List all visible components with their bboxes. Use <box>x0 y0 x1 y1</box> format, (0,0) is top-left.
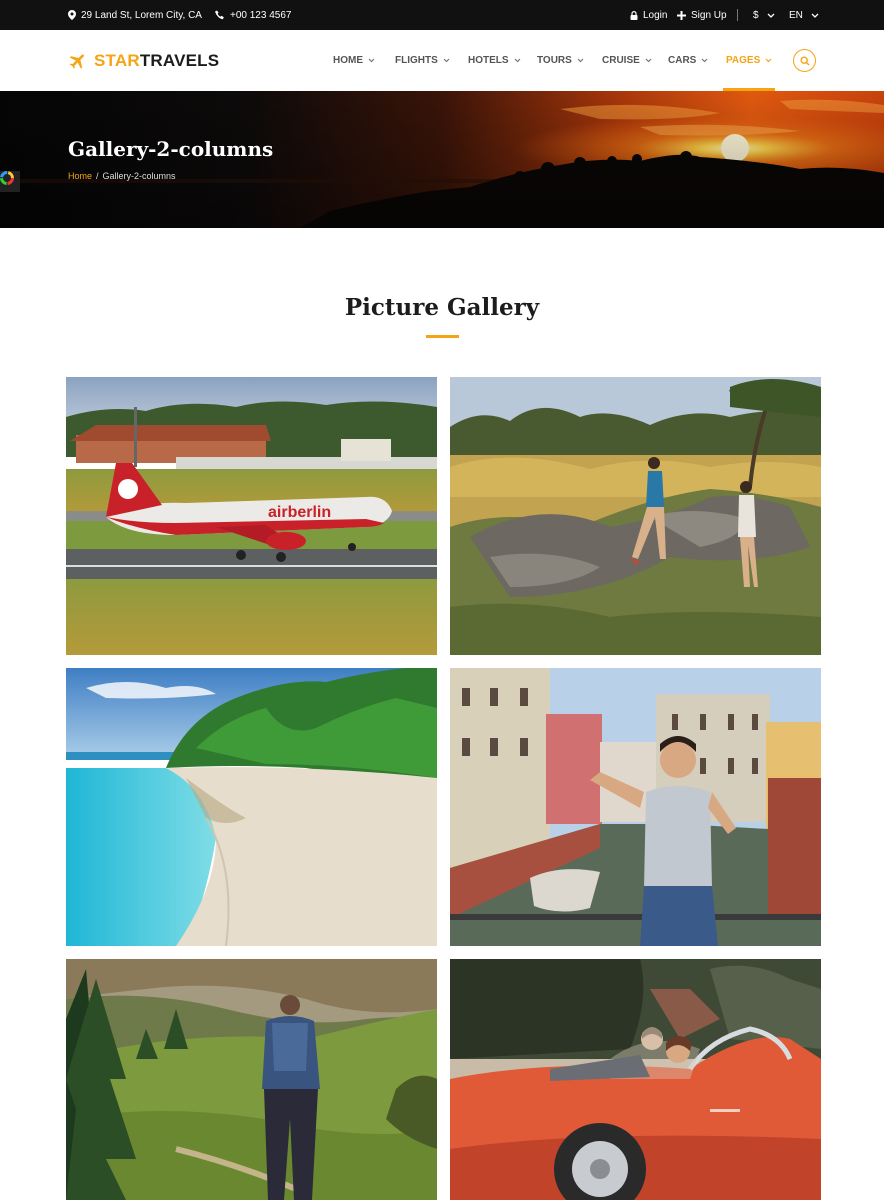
airplane-logo-icon <box>69 53 84 69</box>
divider <box>737 9 738 21</box>
phone-icon <box>215 10 224 20</box>
airplane-photo: airberlin <box>66 377 437 655</box>
nav-label: TOURS <box>537 55 572 66</box>
color-switcher-button[interactable] <box>0 171 20 192</box>
nav-label: PAGES <box>726 55 761 66</box>
section-title: Picture Gallery <box>344 294 540 321</box>
chevron-down-icon <box>701 58 708 63</box>
page-banner: Gallery-2-columns Home / Gallery-2-colum… <box>0 91 884 228</box>
search-button[interactable] <box>793 49 816 72</box>
red-convertible-photo <box>450 959 821 1200</box>
main-header: STARTRAVELS HOME FLIGHTS HOTELS TOURS CR… <box>0 30 884 91</box>
plane-livery-text: airberlin <box>268 504 331 521</box>
signup-link[interactable]: Sign Up <box>677 0 727 30</box>
nav-cars[interactable]: CARS <box>668 30 708 91</box>
map-pin-icon <box>68 10 76 20</box>
page-title: Gallery-2-columns <box>68 137 274 161</box>
nav-tours[interactable]: TOURS <box>537 30 584 91</box>
lock-icon <box>630 10 638 20</box>
mountain-hiker-photo <box>66 959 437 1200</box>
search-icon <box>799 55 810 66</box>
nav-hotels[interactable]: HOTELS <box>468 30 521 91</box>
venice-man-photo <box>450 668 821 946</box>
gallery-item-mountain[interactable] <box>66 959 437 1200</box>
gallery-item-convertible[interactable] <box>450 959 821 1200</box>
breadcrumb-current: Gallery-2-columns <box>102 171 176 181</box>
logo-travels-text: TRAVELS <box>139 50 220 70</box>
currency-select[interactable]: $ <box>753 0 775 30</box>
nav-home[interactable]: HOME <box>333 30 375 91</box>
phone: +00 123 4567 <box>215 0 291 30</box>
gallery-item-airplane[interactable]: airberlin <box>66 377 437 655</box>
breadcrumb-separator: / <box>96 171 99 181</box>
gallery-item-hikers[interactable] <box>450 377 821 655</box>
logo-star-text: STAR <box>94 50 140 70</box>
nav-pages[interactable]: PAGES <box>722 30 776 91</box>
language-value: EN <box>789 9 803 21</box>
chevron-down-icon <box>577 58 584 63</box>
nav-label: HOME <box>333 55 363 66</box>
nav-label: CRUISE <box>602 55 640 66</box>
login-link[interactable]: Login <box>630 0 667 30</box>
site-logo[interactable]: STARTRAVELS <box>68 30 219 91</box>
gallery-item-venice[interactable] <box>450 668 821 946</box>
address-text: 29 Land St, Lorem City, CA <box>81 9 202 21</box>
address: 29 Land St, Lorem City, CA <box>68 0 202 30</box>
gallery-item-beach[interactable] <box>66 668 437 946</box>
chevron-down-icon <box>368 58 375 63</box>
hikers-rocks-photo <box>450 377 821 655</box>
breadcrumb-home-link[interactable]: Home <box>68 171 92 181</box>
currency-value: $ <box>753 9 759 21</box>
title-underline <box>426 335 459 338</box>
phone-text: +00 123 4567 <box>230 9 292 21</box>
beach-photo <box>66 668 437 946</box>
chevron-down-icon <box>767 13 775 18</box>
nav-label: CARS <box>668 55 697 66</box>
nav-label: FLIGHTS <box>395 55 438 66</box>
nav-flights[interactable]: FLIGHTS <box>395 30 450 91</box>
chevron-down-icon <box>645 58 652 63</box>
login-label: Login <box>643 9 668 21</box>
chevron-down-icon <box>443 58 450 63</box>
top-bar: 29 Land St, Lorem City, CA +00 123 4567 … <box>0 0 884 30</box>
color-wheel-icon <box>0 171 14 185</box>
nav-label: HOTELS <box>468 55 509 66</box>
chevron-down-icon <box>765 58 772 63</box>
nav-cruise[interactable]: CRUISE <box>602 30 652 91</box>
language-select[interactable]: EN <box>789 0 819 30</box>
chevron-down-icon <box>811 13 819 18</box>
breadcrumb: Home / Gallery-2-columns <box>68 171 176 181</box>
chevron-down-icon <box>514 58 520 63</box>
plus-icon <box>677 10 686 20</box>
signup-label: Sign Up <box>691 9 727 21</box>
